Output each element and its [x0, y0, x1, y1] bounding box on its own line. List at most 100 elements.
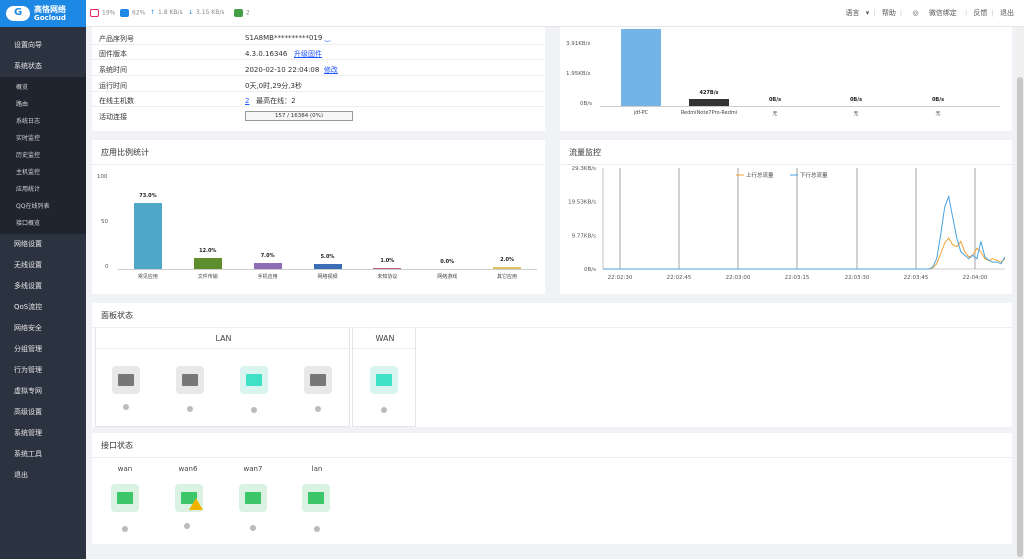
systime-value: 2020-02-10 22:04:08 修改: [245, 66, 338, 74]
clients-stat: 2: [234, 9, 250, 17]
scrollbar[interactable]: [1016, 27, 1024, 559]
lan-port-2-led: [187, 406, 193, 412]
feedback-link[interactable]: 反馈: [973, 9, 987, 17]
traffic-xtick: 22:03:45: [904, 275, 929, 281]
lan-port-3[interactable]: [240, 366, 268, 394]
sidebar-sub-host-monitor[interactable]: 主机监控: [0, 164, 86, 181]
upgrade-firmware-link[interactable]: 升级固件: [294, 50, 322, 58]
host-bar-value: 427B/s: [699, 89, 719, 96]
serial-value: S1A8MB**********019 ‿: [245, 34, 331, 42]
top-bar: 高恪网络 Gocloud 19% 62% ↑1.8 KB/s ↓3.15 KB/…: [0, 0, 1024, 27]
interface-status-card: 接口状态 wan wan6 wan7 lan: [92, 433, 1012, 544]
iface-label-lan: lan: [311, 465, 323, 473]
sidebar-item-advanced[interactable]: 高级设置: [0, 402, 86, 423]
lan-port-4[interactable]: [304, 366, 332, 394]
logo[interactable]: 高恪网络 Gocloud: [0, 0, 86, 27]
panel-status-title: 面板状态: [101, 311, 133, 320]
copy-icon[interactable]: ‿: [325, 34, 331, 42]
host-bar-label: 无: [935, 111, 941, 117]
wechat-icon: ◎: [912, 9, 919, 17]
top-right-nav: 语言 ▾ | 帮助 | ◎ 微信绑定 | 反馈 | 退出: [838, 8, 1018, 18]
wechat-bind-link[interactable]: ◎ 微信绑定: [908, 9, 960, 17]
language-menu[interactable]: 语言 ▾: [842, 9, 870, 17]
host-ytick: 0B/s: [580, 101, 592, 107]
lan-port-2[interactable]: [176, 366, 204, 394]
sidebar-item-tools[interactable]: 系统工具: [0, 444, 86, 465]
host-bar-value: 0B/s: [849, 97, 863, 103]
app-bar-label: 网络游戏: [437, 274, 458, 280]
sidebar-item-multiwan[interactable]: 多线设置: [0, 276, 86, 297]
edit-time-link[interactable]: 修改: [324, 66, 338, 74]
host-traffic-card: 3.91KB/s 1.95KB/s 0B/s jdf-PC 427B/s Redmi…: [560, 27, 1012, 131]
sidebar-sub-qq-online[interactable]: QQ在线列表: [0, 198, 86, 215]
sidebar-item-groups[interactable]: 分组管理: [0, 339, 86, 360]
app-ytick: 100: [97, 174, 108, 180]
app-stats-title: 应用比例统计: [101, 148, 149, 157]
host-bar-label: 无: [772, 111, 778, 117]
upload-stat: ↑ 1.8 KB/s: [150, 9, 183, 16]
sidebar-item-wireless[interactable]: 无线设置: [0, 255, 86, 276]
iface-label-wan6: wan6: [178, 465, 198, 473]
traffic-chart: 29.3KB/s 19.53KB/s 9.77KB/s 0B/s 22:02:30 22:…: [568, 166, 1006, 281]
panel-status-card: 面板状态 LAN WAN: [92, 303, 1012, 427]
sidebar-item-network[interactable]: 网络设置: [0, 234, 86, 255]
iface-lan[interactable]: [302, 484, 330, 512]
lan-label: LAN: [215, 334, 232, 343]
scrollbar-thumb[interactable]: [1017, 77, 1023, 557]
app-bar-value: 7.0%: [260, 252, 275, 259]
traffic-xtick: 22:04:00: [963, 275, 988, 281]
sidebar-item-exit[interactable]: 退出: [0, 465, 86, 486]
traffic-legend-label: 下行总流量: [800, 171, 828, 179]
uptime-value: 0天,0时,29分,3秒: [245, 82, 302, 90]
logout-link[interactable]: 退出: [1000, 9, 1014, 17]
sidebar-sub-history[interactable]: 历史监控: [0, 147, 86, 164]
sidebar-item-behavior[interactable]: 行为管理: [0, 360, 86, 381]
wan-port-1[interactable]: [370, 366, 398, 394]
sidebar-sub-iface-overview[interactable]: 接口概览: [0, 215, 86, 232]
iface-wan[interactable]: [111, 484, 139, 512]
systime-label: 系统时间: [99, 66, 127, 74]
ethernet-port-icon: [118, 374, 134, 386]
sidebar-item-system[interactable]: 系统管理: [0, 423, 86, 444]
firmware-value: 4.3.0.16346 升级固件: [245, 50, 322, 58]
app-bar-value: 2.0%: [500, 257, 514, 264]
ethernet-port-icon: [182, 374, 198, 386]
lan-port-4-led: [315, 406, 321, 412]
sidebar-sub-app-stats[interactable]: 应用统计: [0, 181, 86, 198]
host-bar-label: 无: [853, 111, 859, 117]
host-bar: [689, 98, 729, 106]
app-bar: [313, 264, 342, 269]
online-hosts-link[interactable]: 2: [245, 97, 249, 105]
iface-wan7[interactable]: [239, 484, 267, 512]
monitor-icon: [234, 9, 243, 17]
sidebar-item-setup-wizard[interactable]: 设置向导: [0, 35, 86, 56]
traffic-ytick: 29.3KB/s: [572, 166, 596, 172]
ethernet-port-icon: [246, 374, 262, 386]
host-bar: [621, 29, 661, 106]
sidebar-item-system-status[interactable]: 系统状态: [0, 56, 86, 77]
sidebar-sub-overview[interactable]: 概览: [0, 79, 86, 96]
cloud-logo-icon: [6, 6, 30, 21]
iface-wan6[interactable]: [175, 484, 203, 512]
sidebar-sub-route[interactable]: 路由: [0, 96, 86, 113]
ethernet-port-icon: [245, 492, 261, 504]
iface-label-wan7: wan7: [243, 465, 263, 473]
traffic-xtick: 22:02:45: [667, 275, 692, 281]
sidebar-item-qos[interactable]: QoS流控: [0, 297, 86, 318]
app-bar-value: 5.0%: [320, 254, 335, 261]
sidebar-item-security[interactable]: 网络安全: [0, 318, 86, 339]
sidebar-sub-realtime[interactable]: 实时监控: [0, 130, 86, 147]
app-bar-label: 常见应用: [137, 274, 158, 280]
active-conn-bar: 157 / 16384 (0%): [245, 111, 353, 121]
host-bar-label: jdf-PC: [633, 110, 649, 116]
sidebar-item-vpn[interactable]: 虚拟专网: [0, 381, 86, 402]
traffic-ytick: 9.77KB/s: [572, 233, 596, 239]
traffic-series-line: [603, 194, 1006, 270]
lan-port-1[interactable]: [112, 366, 140, 394]
help-link[interactable]: 帮助: [882, 9, 896, 17]
app-bar: [193, 258, 222, 269]
host-bar-value: 0B/s: [768, 97, 782, 103]
host-bar-label: RedmiNote7Pro-Redmi: [680, 110, 738, 116]
sidebar-sub-syslog[interactable]: 系统日志: [0, 113, 86, 130]
traffic-monitor-card: 流量监控 29.3KB/s 19.53KB/s 9.77KB/s 0B/s 22:02:…: [560, 140, 1012, 294]
